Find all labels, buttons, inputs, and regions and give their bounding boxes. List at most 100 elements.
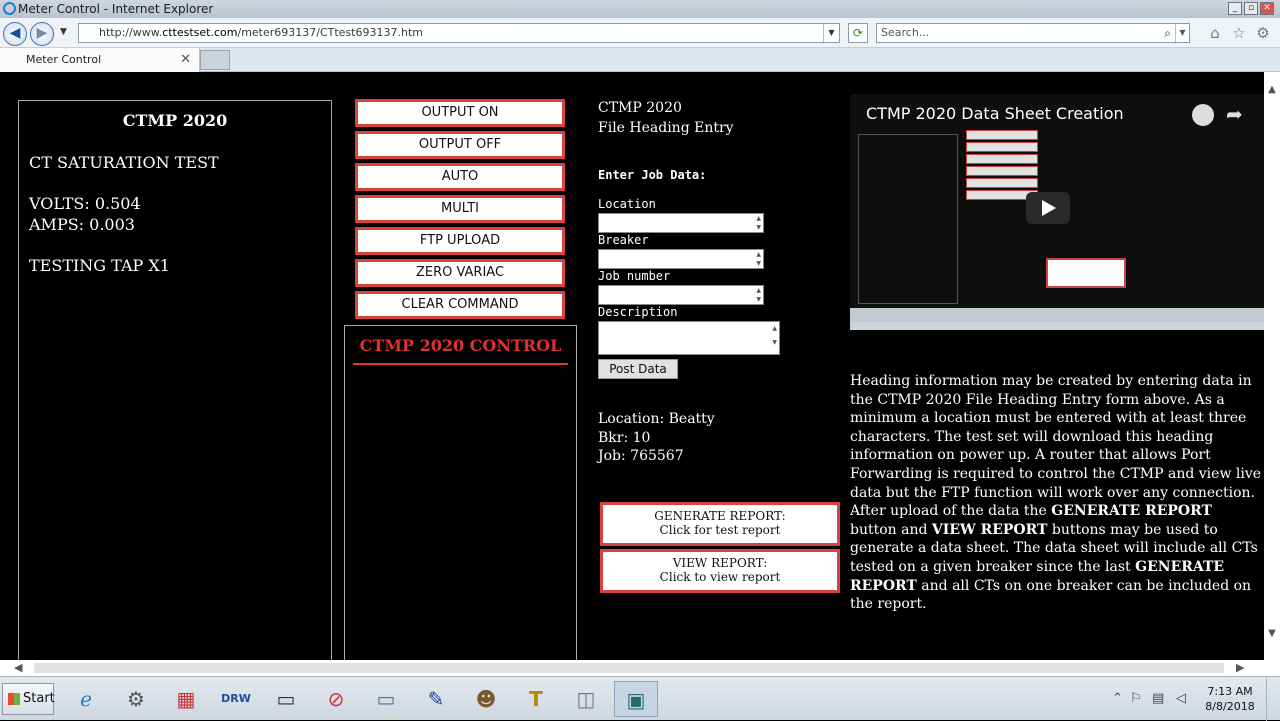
scroll-icon[interactable]: ▲ ▼: [772, 322, 777, 350]
clock-date: 8/8/2018: [1205, 700, 1255, 713]
close-window-icon[interactable]: ✕: [1260, 2, 1274, 15]
tab-meter-control[interactable]: Meter Control ✕: [0, 48, 200, 72]
control-title: CTMP 2020 CONTROL: [359, 336, 562, 355]
url-path: /meter693137/CTtest693137.htm: [237, 26, 423, 39]
search-dropdown-icon[interactable]: ▼: [1175, 24, 1189, 42]
test-name: CT SATURATION TEST: [29, 153, 219, 172]
favorites-star-icon[interactable]: ☆: [1230, 24, 1248, 42]
scroll-down-icon[interactable]: ▼: [1264, 628, 1280, 639]
search-icon[interactable]: ⌕: [1164, 24, 1171, 42]
show-desktop-button[interactable]: [1266, 677, 1280, 721]
scroll-up-icon[interactable]: ▲: [1264, 84, 1280, 95]
clock-time: 7:13 AM: [1207, 685, 1253, 698]
home-icon[interactable]: ⌂: [1206, 24, 1224, 42]
feather-app-icon[interactable]: ✎: [414, 681, 458, 717]
windows-flag-icon: [8, 693, 20, 705]
auto-button[interactable]: AUTO: [355, 163, 565, 191]
horizontal-scrollbar[interactable]: ◀ ▶: [0, 660, 1280, 676]
generate-report-title: GENERATE REPORT:: [654, 509, 786, 523]
view-report-title: VIEW REPORT:: [672, 556, 768, 570]
show-hidden-icons-icon[interactable]: ⌃: [1112, 691, 1123, 706]
breaker-input[interactable]: ▲ ▼: [598, 249, 764, 269]
active-window-icon[interactable]: ▣: [614, 681, 658, 717]
play-icon[interactable]: [1026, 192, 1070, 224]
breaker-label: Breaker: [598, 233, 649, 247]
generate-report-button[interactable]: GENERATE REPORT: Click for test report: [600, 502, 840, 546]
zero-variac-button[interactable]: ZERO VARIAC: [355, 259, 565, 287]
ie-logo-icon: [3, 2, 16, 15]
view-report-subtitle: Click to view report: [659, 570, 781, 584]
start-button[interactable]: Start: [2, 683, 55, 715]
post-data-button[interactable]: Post Data: [598, 359, 678, 379]
start-label: Start: [23, 691, 55, 706]
scroll-thumb[interactable]: [34, 663, 1224, 673]
info-bold: VIEW REPORT: [931, 521, 1048, 538]
window-title: Meter Control - Internet Explorer: [18, 2, 214, 16]
location-input[interactable]: ▲ ▼: [598, 213, 764, 233]
spinner-icon[interactable]: ▲ ▼: [756, 214, 761, 232]
tools-gear-icon[interactable]: ⚙: [1254, 24, 1272, 42]
video-preview-panel: [858, 134, 958, 304]
network-icon[interactable]: ▤: [1152, 691, 1164, 706]
amps-readout: AMPS: 0.003: [29, 215, 135, 234]
share-icon[interactable]: ➦: [1226, 102, 1243, 126]
job-number-input[interactable]: ▲ ▼: [598, 285, 764, 305]
watch-later-icon[interactable]: [1192, 104, 1214, 126]
refresh-button[interactable]: ⟳: [848, 23, 868, 43]
video-preview-taskbar: [850, 308, 1264, 322]
status-title: CTMP 2020: [122, 111, 228, 130]
internet-explorer-icon[interactable]: ℯ: [64, 681, 108, 717]
drw-app-icon[interactable]: DRW: [214, 681, 258, 717]
box-app-icon[interactable]: ◫: [564, 681, 608, 717]
address-dropdown-icon[interactable]: ▼: [823, 24, 839, 42]
scroll-right-icon[interactable]: ▶: [1236, 660, 1244, 676]
spinner-icon[interactable]: ▲ ▼: [756, 286, 761, 304]
forward-button[interactable]: ▶: [30, 22, 54, 46]
gimp-icon[interactable]: ☻: [464, 681, 508, 717]
url-prefix: http://www.: [99, 26, 163, 39]
explorer-window-icon[interactable]: ▭: [364, 681, 408, 717]
minimize-icon[interactable]: _: [1228, 2, 1242, 15]
output-off-button[interactable]: OUTPUT OFF: [355, 131, 565, 159]
film-settings-icon[interactable]: ⚙: [114, 681, 158, 717]
job-data-form: CTMP 2020 File Heading Entry Enter Job D…: [598, 98, 780, 464]
flag-icon[interactable]: ⚐: [1130, 691, 1142, 706]
status-panel: CTMP 2020 CT SATURATION TEST VOLTS: 0.50…: [18, 100, 332, 660]
view-report-button[interactable]: VIEW REPORT: Click to view report: [600, 549, 840, 593]
ftp-upload-button[interactable]: FTP UPLOAD: [355, 227, 565, 255]
system-tray: ⌃ ⚐ ▤ ◁ 7:13 AM 8/8/2018: [1108, 677, 1280, 721]
multi-button[interactable]: MULTI: [355, 195, 565, 223]
spinner-icon[interactable]: ▲ ▼: [756, 250, 761, 268]
page-content: CTMP 2020 CT SATURATION TEST VOLTS: 0.50…: [0, 72, 1264, 660]
job-number-label: Job number: [598, 269, 671, 283]
form-heading-1: CTMP 2020: [598, 100, 682, 116]
description-textarea[interactable]: ▲ ▼: [598, 321, 780, 355]
address-bar[interactable]: http://www.cttestset.com/meter693137/CTt…: [78, 23, 840, 43]
back-button[interactable]: ◀: [3, 22, 27, 46]
color-blocks-icon[interactable]: ▦: [164, 681, 208, 717]
tab-label: Meter Control: [26, 53, 102, 66]
control-title-underline: [353, 363, 568, 365]
info-paragraph: Heading information may be created by en…: [850, 372, 1262, 614]
video-frame[interactable]: CTMP 2020 Data Sheet Creation ➦: [850, 94, 1264, 308]
new-tab-button[interactable]: [200, 50, 230, 70]
url-domain: cttestset.com: [162, 26, 238, 39]
clear-command-button[interactable]: CLEAR COMMAND: [355, 291, 565, 319]
window-app-icon[interactable]: ▭: [264, 681, 308, 717]
text-app-icon[interactable]: T: [514, 681, 558, 717]
scroll-left-icon[interactable]: ◀: [14, 660, 22, 676]
tap-readout: TESTING TAP X1: [29, 256, 170, 275]
maximize-icon[interactable]: ▫: [1244, 2, 1258, 15]
network-app-icon[interactable]: ⊘: [314, 681, 358, 717]
volume-icon[interactable]: ◁: [1176, 691, 1186, 706]
vertical-scrollbar[interactable]: ▲ ▼: [1264, 72, 1280, 660]
clock[interactable]: 7:13 AM 8/8/2018: [1202, 684, 1258, 714]
search-box[interactable]: Search... ⌕ ▼: [876, 23, 1190, 43]
video-title[interactable]: CTMP 2020 Data Sheet Creation: [866, 104, 1124, 123]
window-titlebar: Meter Control - Internet Explorer _ ▫ ✕: [0, 0, 1280, 18]
close-tab-icon[interactable]: ✕: [180, 48, 191, 72]
video-embed[interactable]: CTMP 2020 Data Sheet Creation ➦: [850, 94, 1264, 330]
output-on-button[interactable]: OUTPUT ON: [355, 99, 565, 127]
navigation-bar: ◀ ▶ ▼ http://www.cttestset.com/meter6931…: [0, 18, 1280, 48]
history-dropdown-icon[interactable]: ▼: [60, 27, 67, 37]
